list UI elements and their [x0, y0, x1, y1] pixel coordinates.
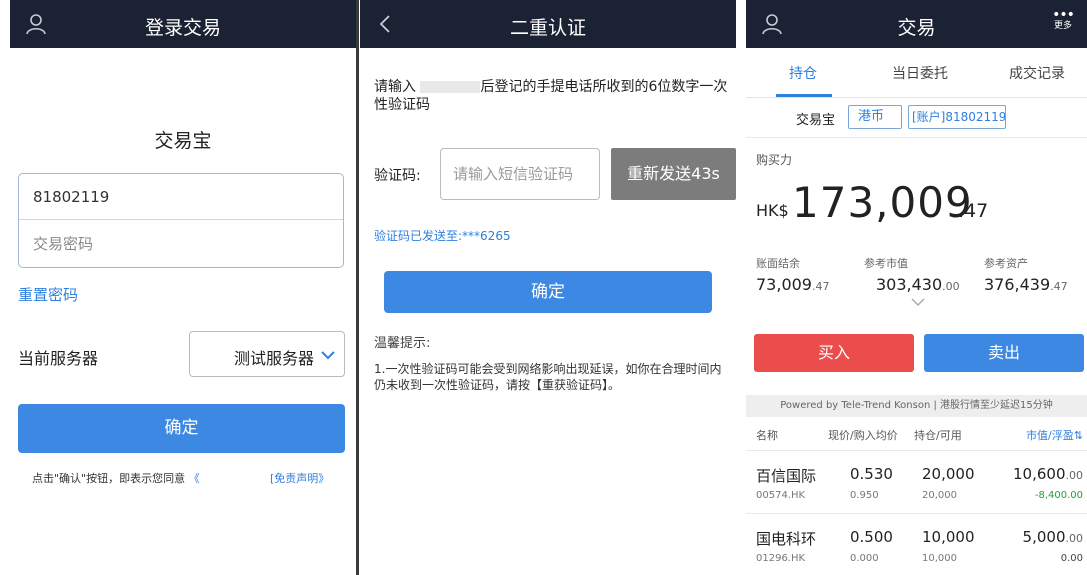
more-dots-icon: ••• [1052, 7, 1075, 23]
data-provider-notice: Powered by Tele-Trend Konson | 港股行情至少延迟1… [746, 395, 1087, 417]
login-form: 81802119 交易密码 [18, 173, 344, 268]
resend-button[interactable]: 重新发送43s [611, 148, 736, 200]
login-title: 登录交易 [144, 17, 221, 39]
chevron-down-icon [321, 351, 335, 360]
currency-selector[interactable]: 港币 [848, 105, 902, 129]
buy-button[interactable]: 买入 [754, 334, 914, 372]
buying-power-decimal: .47 [958, 200, 989, 222]
stat-label: 参考资产 [984, 257, 1028, 270]
redacted-name [420, 81, 481, 93]
tab-positions[interactable]: 持仓 [789, 63, 817, 83]
unrealized-pl: 0.00 [1060, 553, 1083, 564]
verify-instruction: 请输入 后登记的手提电话所收到的6位数字一次性验证码 [374, 78, 730, 114]
disclaimer-link[interactable]: [免责声明》 [270, 470, 329, 486]
stat-value: 376,439.47 [984, 275, 1068, 294]
account-selector-row: 交易宝 港币 [账户]81802119 [746, 98, 1087, 138]
panel-divider [356, 0, 359, 575]
holding-row[interactable]: 国电科环 01296.HK 0.500 0.000 10,000 10,000 … [746, 513, 1087, 575]
currency-code: HK$ [756, 201, 789, 220]
server-label: 当前服务器 [18, 349, 99, 368]
code-sent-notice: 验证码已发送至:***6265 [374, 229, 511, 243]
trade-title: 交易 [897, 17, 936, 39]
agreement-label: 点击"确认"按钮，即表示您同意 [32, 472, 186, 485]
instruction-prefix: 请输入 [374, 79, 416, 95]
col-price: 现价/购入均价 [828, 429, 898, 442]
server-value: 测试服务器 [233, 349, 314, 368]
stat-total-assets: 参考资产 376,439.47 [984, 255, 1068, 294]
stock-name: 百信国际 [756, 467, 817, 485]
col-market-value-sort[interactable]: 市值/浮盈⇅ [1026, 427, 1083, 443]
agreement-text: 点击"确认"按钮，即表示您同意 《 [32, 470, 200, 486]
verify-title: 二重认证 [509, 17, 586, 39]
available-qty: 20,000 [922, 490, 957, 501]
tip-title: 温馨提示: [374, 336, 431, 351]
holdings-table-header: 名称 现价/购入均价 持仓/可用 市值/浮盈⇅ [746, 423, 1087, 447]
verify-confirm-button[interactable]: 确定 [384, 271, 712, 313]
tab-trade-history[interactable]: 成交记录 [1009, 63, 1065, 83]
tip-body: 1.一次性验证码可能会受到网络影响出现延误，如你在合理时间内仍未收到一次性验证码… [374, 362, 722, 392]
more-label: 更多 [1053, 21, 1072, 31]
holding-row[interactable]: 百信国际 00574.HK 0.530 0.950 20,000 20,000 … [746, 450, 1087, 512]
buying-power-label: 购买力 [756, 153, 793, 167]
verify-top-bar: 二重认证 [360, 0, 736, 48]
account-field[interactable]: 81802119 [19, 174, 343, 220]
stat-cash-balance: 账面结余 73,009.47 [756, 255, 829, 294]
stat-market-value: 参考市值 303,430.00 [864, 255, 960, 294]
market-value: 5,000.00 [1022, 528, 1083, 546]
login-confirm-button[interactable]: 确定 [18, 404, 345, 453]
stat-label: 参考市值 [864, 257, 908, 270]
tab-today-orders[interactable]: 当日委托 [892, 63, 948, 83]
active-tab-indicator [776, 94, 832, 97]
col-qty: 持仓/可用 [914, 429, 962, 442]
stat-value: 73,009.47 [756, 275, 830, 294]
position-qty: 20,000 [922, 465, 975, 483]
sms-code-input[interactable]: 请输入短信验证码 [440, 148, 600, 200]
trade-tabs: 持仓 当日委托 成交记录 [746, 48, 1087, 98]
market-value: 10,600.00 [1013, 465, 1083, 483]
stock-code: 01296.HK [756, 553, 806, 564]
trade-screen: 交易 ••• 更多 持仓 当日委托 成交记录 交易宝 港币 [账户]818021… [746, 0, 1087, 575]
code-label: 验证码: [374, 168, 421, 184]
more-menu-icon[interactable]: ••• 更多 [1051, 7, 1075, 38]
password-field[interactable]: 交易密码 [19, 221, 343, 267]
expand-chevron-icon[interactable] [910, 297, 926, 307]
sell-button[interactable]: 卖出 [924, 334, 1084, 372]
unrealized-pl: -8,400.00 [1034, 490, 1083, 501]
agreement-link[interactable]: 《 [189, 472, 200, 485]
reset-password-link[interactable]: 重置密码 [18, 284, 78, 305]
stat-value: 303,430.00 [876, 275, 960, 294]
account-selector[interactable]: [账户]81802119 [908, 105, 1006, 129]
avg-cost: 0.000 [850, 553, 879, 564]
login-screen: 登录交易 交易宝 81802119 交易密码 重置密码 当前服务器 测试服务器 … [10, 0, 356, 575]
panel-gap [736, 0, 746, 575]
account-broker: 交易宝 [796, 113, 836, 128]
login-top-bar: 登录交易 [10, 0, 356, 48]
current-price: 0.500 [850, 528, 893, 546]
available-qty: 10,000 [922, 553, 957, 564]
current-price: 0.530 [850, 465, 893, 483]
buying-power-value: 173,009 [792, 178, 973, 227]
avg-cost: 0.950 [850, 490, 879, 501]
broker-name: 交易宝 [154, 130, 212, 152]
stat-label: 账面结余 [756, 257, 800, 270]
stock-name: 国电科环 [756, 530, 817, 548]
server-select[interactable]: 测试服务器 [189, 331, 345, 377]
trade-top-bar: 交易 ••• 更多 [746, 0, 1087, 48]
position-qty: 10,000 [922, 528, 975, 546]
stock-code: 00574.HK [756, 490, 806, 501]
verify-screen: 二重认证 请输入 后登记的手提电话所收到的6位数字一次性验证码 验证码: 请输入… [360, 0, 736, 575]
col-name: 名称 [756, 429, 778, 442]
